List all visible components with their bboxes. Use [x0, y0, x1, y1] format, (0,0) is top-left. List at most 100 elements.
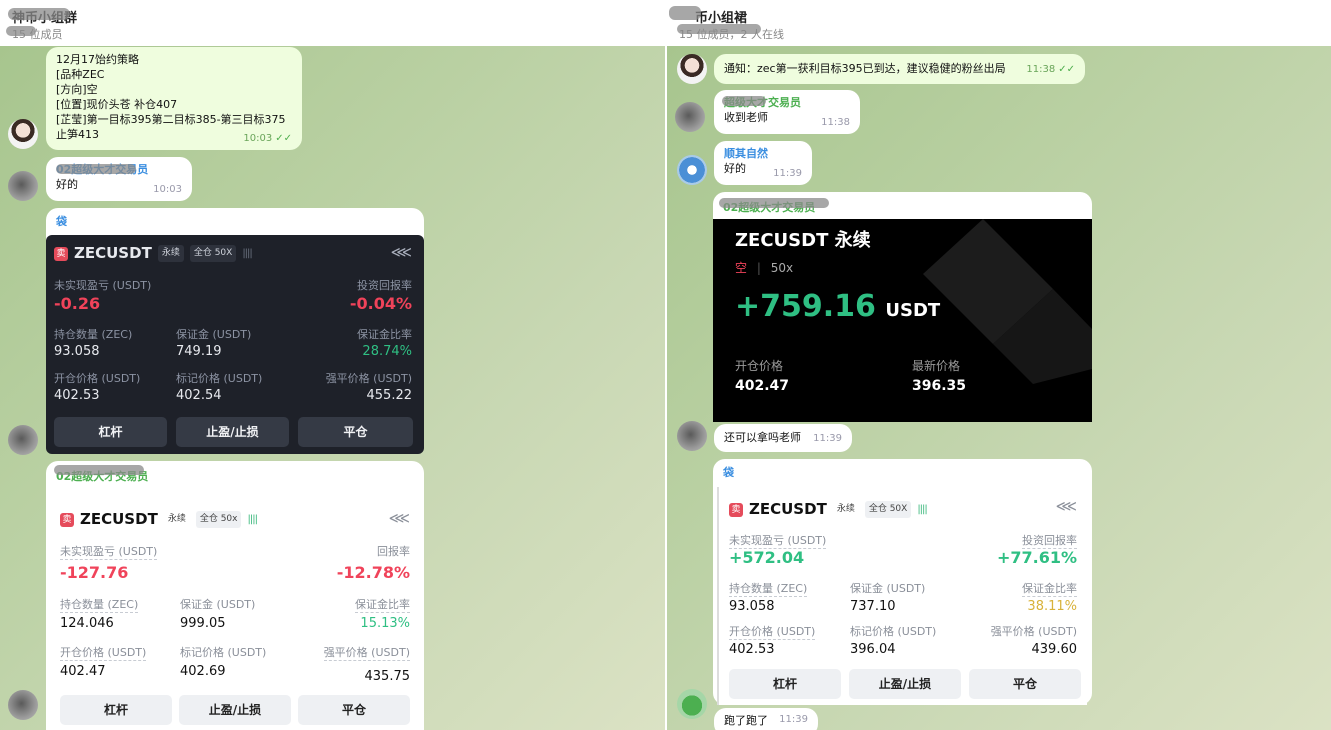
left-chat-window: 神币小组群 15 位成员 12月17饴约策略 [品种ZEC [方向]空 [位置]…	[0, 0, 665, 730]
avatar[interactable]	[8, 119, 38, 149]
margin-ratio-label: 保证金比率	[355, 598, 410, 613]
avatar[interactable]	[677, 54, 707, 84]
leverage-button[interactable]: 杠杆	[729, 669, 841, 699]
margin-ratio-value: 15.13%	[360, 616, 410, 631]
mark-price-label: 标记价格 (USDT)	[850, 625, 937, 638]
close-position-button[interactable]: 平仓	[298, 695, 410, 725]
read-checks-icon: ✓✓	[1058, 64, 1075, 75]
avatar[interactable]	[677, 689, 707, 719]
message-text: 跑了跑了	[724, 714, 768, 727]
position-card[interactable]: 卖 ZECUSDT 永续 全仓 50x |||| ⋘ 未实现盈亏 (USDT) …	[52, 501, 418, 730]
message-time: 11:39	[779, 714, 808, 725]
notice-message[interactable]: 通知：zec第一获利目标395已到达，建议稳健的粉丝出局 11:38 ✓✓	[714, 54, 1085, 84]
unrealized-pnl-label: 未实现盈亏 (USDT)	[54, 279, 152, 292]
sender-name[interactable]: 袋	[723, 465, 734, 480]
margin-value: 749.19	[176, 344, 222, 359]
position-card[interactable]: 卖 ZECUSDT 永续 全仓 50X |||| ⋘ 未实现盈亏 (USDT) …	[717, 487, 1087, 705]
pnl-title: ZECUSDT 永续	[735, 230, 871, 251]
open-price-label: 开仓价格	[735, 359, 784, 373]
margin-value: 737.10	[850, 599, 896, 614]
avatar[interactable]	[8, 690, 38, 720]
symbol-row: 卖 ZECUSDT 永续 全仓 50X ||||	[54, 244, 253, 262]
margin-ratio-value: 28.74%	[362, 344, 412, 359]
mark-price-value: 402.54	[176, 388, 222, 403]
message-time: 11:39	[773, 168, 802, 179]
chat-message[interactable]: 还可以拿吗老师 11:39	[714, 424, 852, 452]
close-position-button[interactable]: 平仓	[969, 669, 1081, 699]
margin-mode-tag: 全仓 50X	[864, 501, 912, 518]
symbol: ZECUSDT	[74, 244, 152, 262]
message-time: 11:39	[813, 433, 842, 444]
redaction-scribble	[6, 26, 36, 36]
image-message[interactable]: 02超级大才交易员 卖 ZECUSDT 永续 全仓 50x |||| ⋘ 未实现…	[46, 461, 424, 730]
qty-value: 93.058	[729, 599, 775, 614]
strategy-message[interactable]: 12月17饴约策略 [品种ZEC [方向]空 [位置]现价头苍 补仓407 [芷…	[46, 47, 302, 150]
margin-mode-tag: 全仓 50X	[189, 245, 237, 262]
margin-value: 999.05	[180, 616, 226, 631]
margin-mode-tag: 全仓 50x	[195, 511, 242, 528]
perp-tag: 永续	[836, 504, 855, 514]
leverage-button[interactable]: 杠杆	[60, 695, 172, 725]
margin-label: 保证金 (USDT)	[180, 598, 256, 611]
margin-ratio-label: 保证金比率	[1022, 582, 1077, 597]
image-message[interactable]: 02超级大才交易员 ZECUSDT 永续 空 | 50x +759.16 USD…	[713, 192, 1092, 422]
open-price-label: 开仓价格 (USDT)	[54, 372, 141, 385]
chat-message[interactable]: 顺其自然 好的 11:39	[714, 141, 812, 185]
sell-badge-icon: 卖	[54, 246, 68, 261]
pnl-share-card[interactable]: ZECUSDT 永续 空 | 50x +759.16 USDT 开仓价格 最新价…	[713, 219, 1092, 422]
chat-message[interactable]: 02超级大才交易员 好的 10:03	[46, 157, 192, 201]
perp-tag: 永续	[157, 245, 184, 262]
tp-sl-button[interactable]: 止盈/止损	[179, 695, 291, 725]
leverage-button[interactable]: 杠杆	[54, 417, 167, 447]
chat-header[interactable]: 神币小组群 15 位成员	[0, 0, 665, 46]
close-position-button[interactable]: 平仓	[298, 417, 413, 447]
open-price-value: 402.47	[735, 378, 790, 394]
leverage-value: 50x	[770, 261, 794, 275]
sell-badge-icon: 卖	[60, 512, 74, 527]
avatar[interactable]	[677, 421, 707, 451]
message-line: 12月17饴约策略	[56, 53, 139, 66]
open-price-value: 402.47	[60, 664, 106, 679]
open-price-label: 开仓价格 (USDT)	[729, 625, 816, 640]
image-message[interactable]: 袋 卖 ZECUSDT 永续 全仓 50X |||| ⋘ 未实现盈亏 (USDT…	[46, 208, 424, 454]
margin-label: 保证金 (USDT)	[850, 582, 926, 595]
unrealized-pnl-label: 未实现盈亏 (USDT)	[729, 534, 827, 549]
mark-price-value: 396.04	[850, 642, 896, 657]
chat-message[interactable]: 超级大才交易员 收到老师 11:38	[714, 90, 860, 134]
perp-tag: 永续	[167, 514, 186, 524]
liq-price-label: 强平价格 (USDT)	[323, 646, 410, 661]
last-price-value: 396.35	[912, 378, 967, 394]
qty-value: 93.058	[54, 344, 100, 359]
message-line: [品种ZEC	[56, 68, 105, 81]
pnl-value: +759.16	[735, 289, 876, 324]
sender-name[interactable]: 袋	[56, 214, 67, 229]
share-icon[interactable]: ⋘	[389, 511, 410, 526]
qty-label: 持仓数量 (ZEC)	[729, 582, 808, 597]
position-card[interactable]: 卖 ZECUSDT 永续 全仓 50X |||| ⋘ 未实现盈亏 (USDT) …	[46, 235, 424, 454]
chat-header[interactable]: 币小组裙 15 位成员，2 人在线	[667, 0, 1331, 46]
message-time: 11:38	[821, 117, 850, 128]
pnl-row: +759.16 USDT	[735, 292, 940, 322]
roi-label: 投资回报率	[357, 279, 412, 292]
open-price-label: 开仓价格 (USDT)	[60, 646, 147, 661]
avatar[interactable]	[8, 171, 38, 201]
avatar[interactable]	[677, 155, 707, 185]
sender-name[interactable]: 顺其自然	[724, 146, 802, 161]
side-row: 空 | 50x	[735, 261, 794, 275]
tp-sl-button[interactable]: 止盈/止损	[176, 417, 289, 447]
side-value: 空	[735, 261, 748, 275]
mark-price-label: 标记价格 (USDT)	[176, 372, 263, 385]
avatar[interactable]	[8, 425, 38, 455]
share-icon[interactable]: ⋘	[1056, 499, 1077, 514]
image-message[interactable]: 袋 卖 ZECUSDT 永续 全仓 50X |||| ⋘ 未实现盈亏 (USDT…	[713, 459, 1092, 705]
unrealized-pnl-value: -127.76	[60, 563, 129, 582]
redaction-scribble	[719, 198, 829, 208]
unrealized-pnl-label: 未实现盈亏 (USDT)	[60, 545, 158, 560]
chat-message[interactable]: 跑了跑了 11:39	[714, 708, 818, 730]
avatar[interactable]	[675, 102, 705, 132]
message-time: 10:03 ✓✓	[243, 133, 292, 144]
tp-sl-button[interactable]: 止盈/止损	[849, 669, 961, 699]
roi-label: 投资回报率	[1022, 534, 1077, 549]
share-icon[interactable]: ⋘	[391, 245, 412, 260]
liq-price-label: 强平价格 (USDT)	[325, 372, 412, 385]
